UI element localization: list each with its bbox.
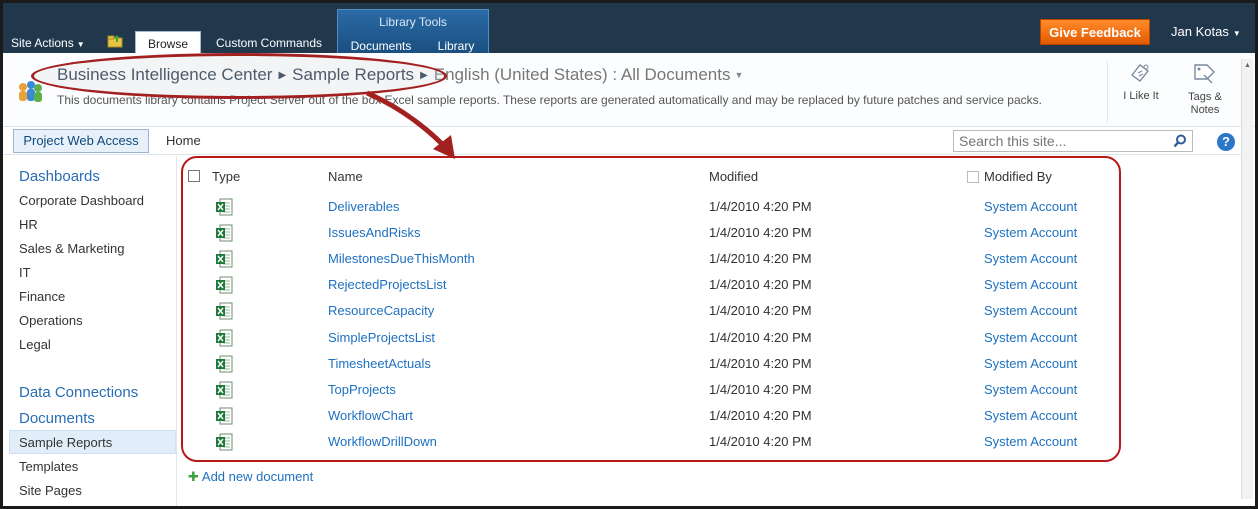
modified-by-link[interactable]: System Account (984, 356, 1077, 371)
tags-notes-label: Tags & Notes (1188, 91, 1222, 116)
document-name-link[interactable]: RejectedProjectsList (328, 277, 447, 292)
window-frame: Site Actions ▼ Browse Custom Commands Lib… (0, 0, 1258, 509)
modified-date: 1/4/2010 4:20 PM (709, 251, 812, 266)
nav-item-sample-reports[interactable]: Sample Reports (19, 435, 112, 450)
vertical-scrollbar[interactable]: ▲ (1241, 59, 1253, 499)
project-web-access-tab[interactable]: Project Web Access (13, 129, 149, 153)
chevron-down-icon: ▼ (76, 40, 85, 49)
i-like-it-button[interactable]: I Like It (1111, 59, 1171, 102)
excel-file-icon[interactable] (215, 276, 233, 294)
modified-by-link[interactable]: System Account (984, 199, 1077, 214)
document-name-link[interactable]: MilestonesDueThisMonth (328, 251, 475, 266)
nav-heading-data-connections[interactable]: Data Connections (19, 384, 138, 401)
document-name-link[interactable]: SimpleProjectsList (328, 330, 435, 345)
modified-by-link[interactable]: System Account (984, 330, 1077, 345)
document-name-link[interactable]: Deliverables (328, 199, 400, 214)
add-new-document-link[interactable]: ✚ Add new document (188, 469, 313, 485)
modified-date: 1/4/2010 4:20 PM (709, 330, 812, 345)
document-name-link[interactable]: ResourceCapacity (328, 303, 434, 318)
modified-date: 1/4/2010 4:20 PM (709, 356, 812, 371)
document-name-link[interactable]: WorkflowChart (328, 408, 413, 423)
nav-heading-documents[interactable]: Documents (19, 410, 95, 427)
search-icon[interactable] (1173, 134, 1187, 148)
library-tools-label: Library Tools (379, 15, 447, 29)
help-icon[interactable]: ? (1217, 133, 1235, 151)
chevron-down-icon[interactable]: ▼ (734, 70, 743, 80)
document-name-link[interactable]: TimesheetActuals (328, 356, 431, 371)
modified-date: 1/4/2010 4:20 PM (709, 277, 812, 292)
tab-browse[interactable]: Browse (135, 31, 201, 53)
select-all-checkbox[interactable] (188, 170, 200, 182)
nav-heading-dashboards[interactable]: Dashboards (19, 168, 100, 185)
modified-date: 1/4/2010 4:20 PM (709, 408, 812, 423)
modified-by-link[interactable]: System Account (984, 251, 1077, 266)
tag-icon (1194, 64, 1215, 84)
excel-file-icon[interactable] (215, 250, 233, 268)
column-header-modified-by[interactable]: Modified By (984, 169, 1052, 184)
column-header-type[interactable]: Type (212, 169, 240, 184)
modified-date: 1/4/2010 4:20 PM (709, 303, 812, 318)
nav-item-templates[interactable]: Templates (19, 459, 78, 474)
column-checkbox[interactable] (967, 171, 979, 183)
user-name: Jan Kotas (1171, 24, 1229, 39)
excel-file-icon[interactable] (215, 407, 233, 425)
site-actions-label: Site Actions (11, 36, 74, 50)
home-link[interactable]: Home (166, 133, 201, 148)
nav-item-site-pages[interactable]: Site Pages (19, 483, 82, 498)
nav-item-it[interactable]: IT (19, 265, 31, 280)
site-actions-menu[interactable]: Site Actions ▼ (11, 36, 85, 50)
chevron-down-icon: ▼ (1232, 29, 1241, 38)
nav-item-sales-marketing[interactable]: Sales & Marketing (19, 241, 125, 256)
column-header-modified[interactable]: Modified (709, 169, 758, 184)
modified-date: 1/4/2010 4:20 PM (709, 382, 812, 397)
user-menu[interactable]: Jan Kotas ▼ (1171, 24, 1241, 39)
search-input[interactable] (953, 130, 1193, 152)
modified-by-link[interactable]: System Account (984, 434, 1077, 449)
add-new-label: Add new document (201, 469, 314, 484)
nav-item-finance[interactable]: Finance (19, 289, 65, 304)
modified-date: 1/4/2010 4:20 PM (709, 199, 812, 214)
excel-file-icon[interactable] (215, 224, 233, 242)
excel-file-icon[interactable] (215, 433, 233, 451)
tags-notes-button[interactable]: Tags & Notes (1175, 59, 1235, 117)
modified-by-link[interactable]: System Account (984, 408, 1077, 423)
document-name-link[interactable]: IssuesAndRisks (328, 225, 420, 240)
scroll-up-icon[interactable]: ▲ (1242, 59, 1253, 73)
thumbs-up-icon (1131, 64, 1149, 82)
modified-date: 1/4/2010 4:20 PM (709, 225, 812, 240)
breadcrumb-view[interactable]: English (United States) : All Documents (434, 65, 731, 84)
navigate-up-icon[interactable] (107, 34, 123, 48)
nav-item-legal[interactable]: Legal (19, 337, 51, 352)
nav-item-hr[interactable]: HR (19, 217, 38, 232)
modified-date: 1/4/2010 4:20 PM (709, 434, 812, 449)
modified-by-link[interactable]: System Account (984, 277, 1077, 292)
document-list-highlight (181, 156, 1121, 462)
excel-file-icon[interactable] (215, 381, 233, 399)
nav-item-operations[interactable]: Operations (19, 313, 83, 328)
i-like-it-label: I Like It (1123, 90, 1159, 102)
document-name-link[interactable]: WorkflowDrillDown (328, 434, 437, 449)
excel-file-icon[interactable] (215, 302, 233, 320)
divider (1107, 61, 1108, 123)
excel-file-icon[interactable] (215, 329, 233, 347)
modified-by-link[interactable]: System Account (984, 303, 1077, 318)
document-name-link[interactable]: TopProjects (328, 382, 396, 397)
modified-by-link[interactable]: System Account (984, 225, 1077, 240)
tab-custom-commands[interactable]: Custom Commands (205, 31, 333, 53)
annotation-arrow-icon (366, 90, 455, 159)
column-header-name[interactable]: Name (328, 169, 363, 184)
give-feedback-button[interactable]: Give Feedback (1040, 19, 1150, 45)
modified-by-link[interactable]: System Account (984, 382, 1077, 397)
library-tools-group: Library Tools Documents Library (337, 9, 489, 53)
excel-file-icon[interactable] (215, 198, 233, 216)
excel-file-icon[interactable] (215, 355, 233, 373)
plus-icon: ✚ (188, 469, 199, 484)
nav-item-corporate-dashboard[interactable]: Corporate Dashboard (19, 193, 144, 208)
